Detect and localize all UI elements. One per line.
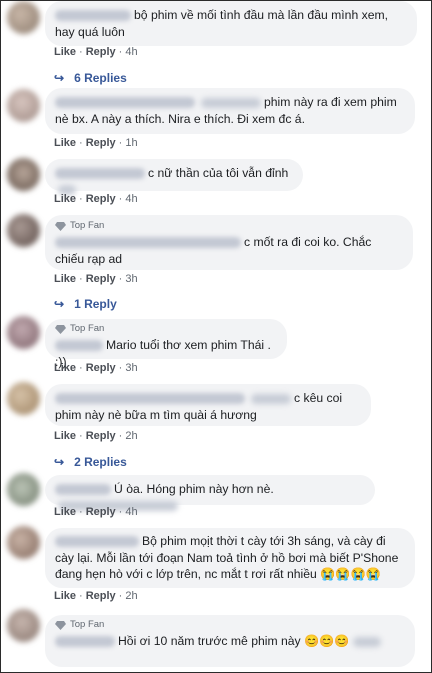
like-button[interactable]: Like: [54, 137, 76, 149]
commenter-name[interactable]: [55, 340, 103, 352]
comment-bubble: phim này ra đi xem phim nè bx. A này a t…: [45, 88, 415, 134]
top-fan-badge: Top Fan: [55, 619, 405, 631]
timestamp: 3h: [125, 273, 138, 285]
timestamp: 4h: [125, 46, 138, 58]
comment-bubble: bộ phim về mối tình đầu mà lần đầu mình …: [45, 1, 417, 46]
comment-bubble: Ú òa. Hóng phim này hơn nè.: [45, 475, 375, 512]
comment-bubble: Bộ phim mọịt thời t cày tới 3h sáng, và …: [45, 528, 415, 588]
smile-emoji-icon: 😊😊😊: [304, 634, 350, 648]
avatar[interactable]: [7, 1, 40, 34]
like-button[interactable]: Like: [54, 46, 76, 58]
top-fan-badge: Top Fan: [55, 323, 277, 335]
reply-button[interactable]: Reply: [86, 590, 116, 602]
avatar[interactable]: [7, 609, 40, 642]
avatar[interactable]: [7, 473, 40, 506]
like-button[interactable]: Like: [54, 273, 76, 285]
comment-text: Ú òa. Hóng phim này hơn nè.: [114, 482, 274, 496]
reply-button[interactable]: Reply: [86, 46, 116, 58]
tagged-name: [251, 393, 291, 404]
commenter-name[interactable]: [55, 484, 111, 496]
comment-thread: bộ phim về mối tình đầu mà lần đầu mình …: [0, 0, 432, 673]
reply-arrow-icon: ↪: [54, 71, 65, 85]
reply-button[interactable]: Reply: [86, 430, 116, 442]
commenter-name[interactable]: [55, 237, 241, 249]
like-button[interactable]: Like: [54, 430, 76, 442]
comment-actions: Like · Reply · 1h: [54, 137, 138, 149]
comment-actions: Like · Reply · 4h: [54, 46, 138, 58]
reply-arrow-icon: ↪: [54, 455, 65, 469]
like-button[interactable]: Like: [54, 590, 76, 602]
commenter-name[interactable]: [55, 10, 131, 22]
top-fan-badge: Top Fan: [55, 220, 403, 232]
timestamp: 3h: [125, 362, 138, 374]
like-button[interactable]: Like: [54, 193, 76, 205]
commenter-name[interactable]: [55, 536, 139, 548]
commenter-name[interactable]: [55, 393, 245, 405]
view-replies-link[interactable]: ↪ 2 Replies: [54, 455, 127, 469]
comment-actions: Like · Reply · 2h: [54, 430, 138, 442]
timestamp: 2h: [125, 430, 138, 442]
reply-button[interactable]: Reply: [86, 137, 116, 149]
comment-bubble: c kêu coi phim này nè bữa m tìm quài á h…: [45, 384, 371, 426]
comment-text: c nữ thần của tôi vẫn đỉnh: [148, 166, 289, 180]
comment-bubble: Top Fan c mốt ra đi coi ko. Chắc chiếu r…: [45, 215, 413, 270]
view-replies-link[interactable]: ↪ 6 Replies: [54, 71, 127, 85]
like-button[interactable]: Like: [54, 362, 76, 374]
tagged-name: [201, 97, 261, 108]
view-replies-link[interactable]: ↪ 1 Reply: [54, 297, 117, 311]
diamond-icon: [55, 324, 66, 334]
comment-actions: Like · Reply · 3h: [54, 273, 138, 285]
comment-actions: Like · Reply · 3h: [54, 362, 138, 374]
avatar[interactable]: [7, 316, 40, 349]
comment-bubble: Top Fan Mario tuổi thơ xem phim Thái . :…: [45, 319, 287, 369]
commenter-name[interactable]: [55, 97, 195, 109]
timestamp: 2h: [125, 590, 138, 602]
timestamp: 4h: [125, 193, 138, 205]
reply-button[interactable]: Reply: [86, 362, 116, 374]
reply-button[interactable]: Reply: [86, 506, 116, 518]
replies-count[interactable]: 1 Reply: [74, 297, 117, 311]
diamond-icon: [55, 620, 66, 630]
avatar[interactable]: [7, 89, 40, 122]
reply-button[interactable]: Reply: [86, 193, 116, 205]
replies-count[interactable]: 6 Replies: [74, 71, 127, 85]
comment-bubble: Top Fan Hồi ơi 10 năm trước mê phim này …: [45, 615, 415, 667]
diamond-icon: [55, 221, 66, 231]
avatar[interactable]: [7, 158, 40, 191]
replies-count[interactable]: 2 Replies: [74, 455, 127, 469]
reply-arrow-icon: ↪: [54, 297, 65, 311]
timestamp: 1h: [125, 137, 138, 149]
avatar[interactable]: [7, 214, 40, 247]
comment-text: Hồi ơi 10 năm trước mê phim này: [118, 634, 301, 648]
comment-actions: Like · Reply · 4h: [54, 193, 138, 205]
comment-actions: Like · Reply · 4h: [54, 506, 138, 518]
like-button[interactable]: Like: [54, 506, 76, 518]
comment-actions: Like · Reply · 2h: [54, 590, 138, 602]
commenter-name[interactable]: [55, 168, 145, 180]
avatar[interactable]: [7, 526, 40, 559]
timestamp: 4h: [125, 506, 138, 518]
commenter-name[interactable]: [55, 636, 115, 648]
avatar[interactable]: [7, 382, 40, 415]
crying-emoji-icon: 😭😭😭😭: [320, 567, 381, 581]
tagged-name: [352, 636, 381, 647]
comment-bubble: c nữ thần của tôi vẫn đỉnh: [45, 159, 303, 196]
reply-button[interactable]: Reply: [86, 273, 116, 285]
